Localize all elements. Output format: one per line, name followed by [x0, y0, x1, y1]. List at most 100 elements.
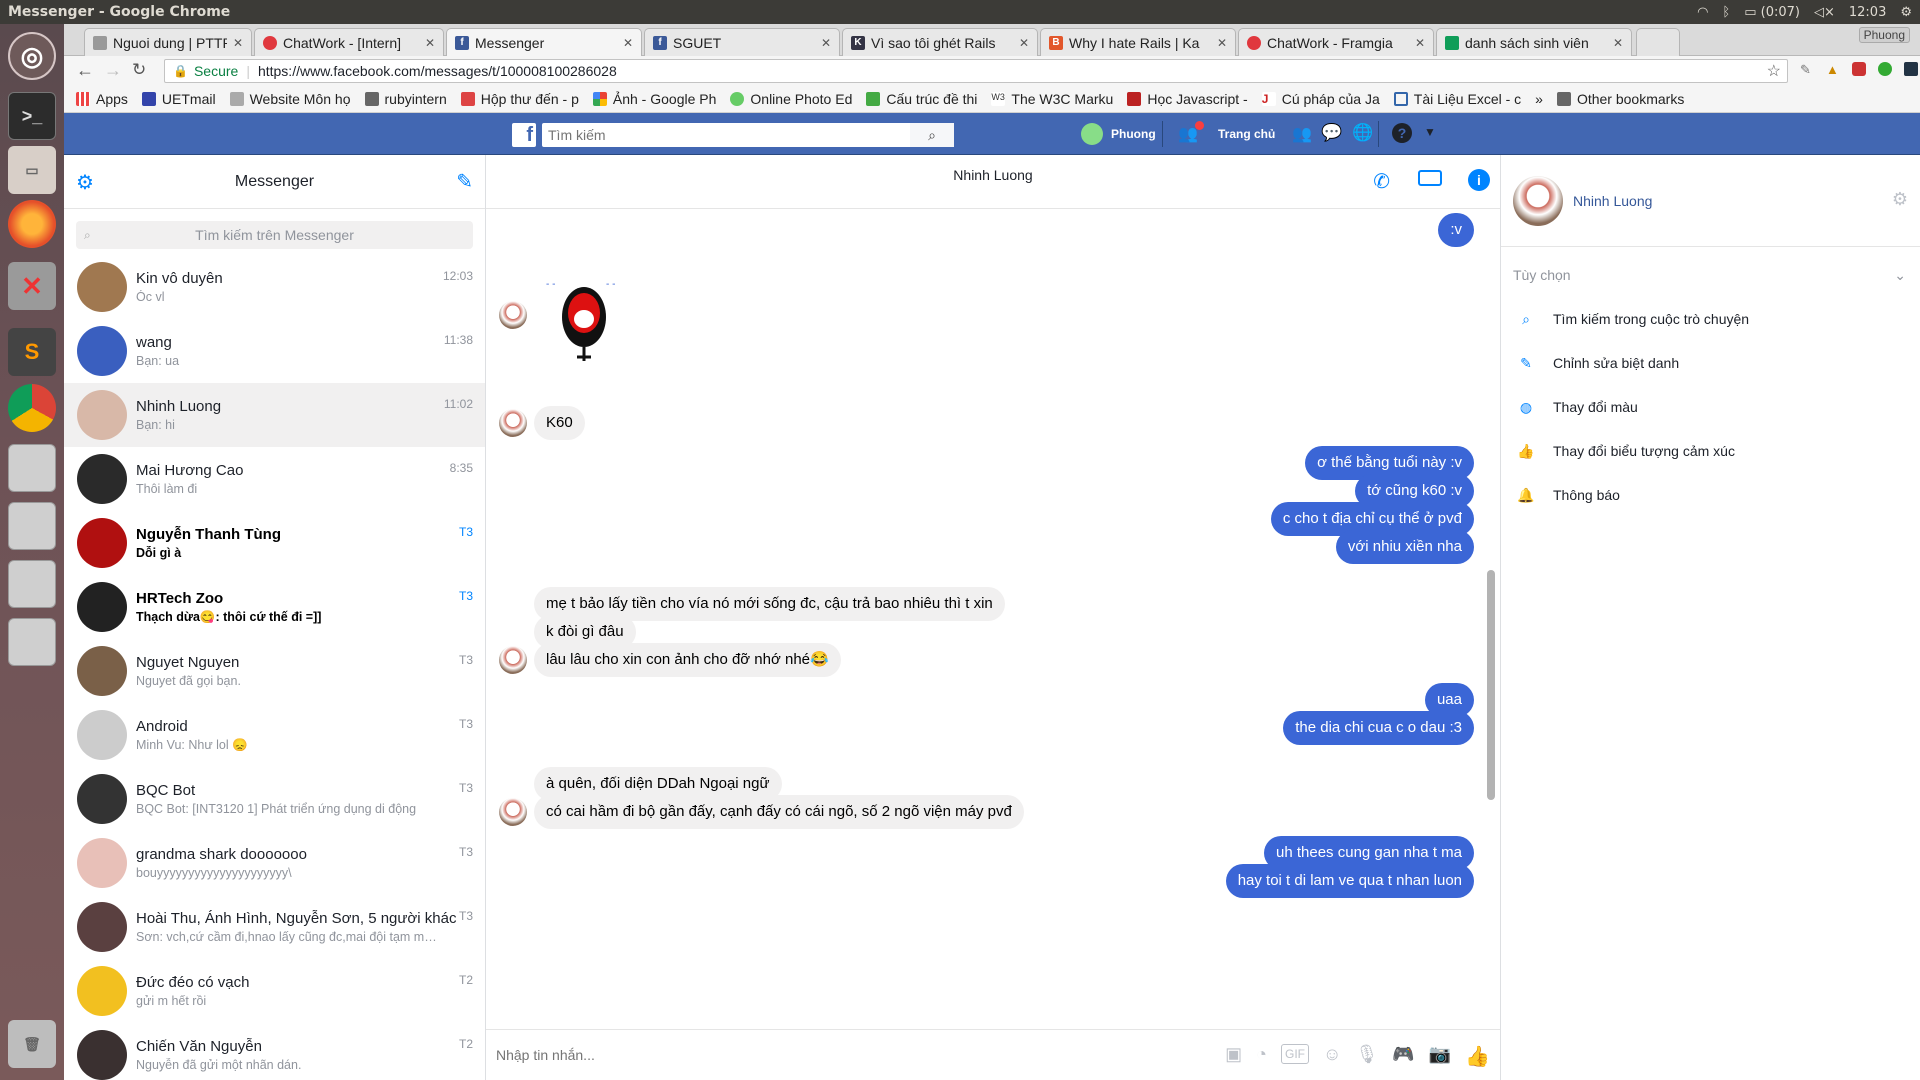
browser-tab-active[interactable]: f Messenger ✕: [446, 28, 642, 56]
messenger-icon[interactable]: 💬: [1321, 123, 1342, 143]
bookmark-item[interactable]: Online Photo Ed: [730, 91, 852, 107]
microphone-icon[interactable]: 🎙: [1355, 1044, 1378, 1069]
browser-tab[interactable]: f SGUET ✕: [644, 28, 840, 56]
bookmarks-overflow[interactable]: »: [1535, 91, 1543, 107]
battery-indicator[interactable]: ▭ (0:07): [1744, 5, 1800, 20]
emoji-icon[interactable]: ☺: [1323, 1044, 1341, 1069]
bookmark-item[interactable]: Hộp thư đến - p: [460, 91, 579, 107]
terminal-icon[interactable]: >_: [8, 92, 56, 140]
drive-icon[interactable]: [8, 502, 56, 550]
conversation-item[interactable]: Android Minh Vu: Như lol 😞 T3: [64, 703, 485, 767]
conversation-item[interactable]: Đức đéo có vạch gửi m hết rồi T2: [64, 959, 485, 1023]
browser-tab[interactable]: ChatWork - Framgia ✕: [1238, 28, 1434, 56]
sent-message[interactable]: the dia chi cua c o dau :3: [1283, 711, 1474, 745]
gear-icon[interactable]: ⚙: [1892, 189, 1908, 210]
browser-tab[interactable]: Nguoi dung | PTTP ✕: [84, 28, 252, 56]
settings-icon[interactable]: ✕: [8, 262, 56, 310]
conversation-item[interactable]: Kin vô duyên Óc vl 12:03: [64, 255, 485, 319]
extension-icon[interactable]: ▲: [1826, 62, 1839, 77]
video-call-icon[interactable]: [1418, 170, 1442, 186]
extension-icon[interactable]: [1852, 62, 1866, 76]
browser-tab[interactable]: ChatWork - [Intern] ✕: [254, 28, 444, 56]
forward-icon[interactable]: →: [104, 60, 122, 81]
bookmark-item[interactable]: J Cú pháp của Ja: [1261, 91, 1380, 107]
close-tab-icon[interactable]: ✕: [623, 36, 633, 50]
bookmark-item[interactable]: Tài Liệu Excel - c: [1393, 91, 1521, 107]
browser-tab[interactable]: danh sách sinh viên ✕: [1436, 28, 1632, 56]
contact-name[interactable]: Nhinh Luong: [1573, 193, 1652, 209]
conversation-item[interactable]: grandma shark dooooooo bouyyyyyyyyyyyyyyy…: [64, 831, 485, 895]
browser-tab[interactable]: B Why I hate Rails | Ka ✕: [1040, 28, 1236, 56]
volume-icon[interactable]: ◁×: [1814, 5, 1835, 20]
game-icon[interactable]: 🎮: [1392, 1044, 1414, 1069]
search-icon[interactable]: ⌕: [910, 123, 954, 147]
received-message[interactable]: có cai hầm đi bộ gần đấy, cạnh đấy có cá…: [534, 795, 1024, 829]
dash-icon[interactable]: ◎: [8, 32, 56, 80]
bookmark-item[interactable]: Ảnh - Google Ph: [592, 91, 716, 107]
friends-icon[interactable]: 👥: [1292, 124, 1312, 144]
chat-scrollbar[interactable]: [1487, 570, 1495, 800]
sublime-icon[interactable]: S: [8, 328, 56, 376]
drive-icon[interactable]: [8, 618, 56, 666]
option-item[interactable]: 👍 Thay đổi biểu tượng cảm xúc: [1501, 429, 1920, 473]
address-bar[interactable]: 🔒 Secure | https://www.facebook.com/mess…: [164, 59, 1788, 83]
conversation-item[interactable]: Hoài Thu, Ánh Hình, Nguyễn Sơn, 5 người …: [64, 895, 485, 959]
other-bookmarks[interactable]: Other bookmarks: [1556, 91, 1684, 107]
message-input[interactable]: [496, 1047, 1056, 1063]
conversation-item[interactable]: Nhinh Luong Bạn: hi 11:02: [64, 383, 485, 447]
close-tab-icon[interactable]: ✕: [821, 36, 831, 50]
sent-message[interactable]: với nhiu xiền nha: [1335, 530, 1474, 564]
close-tab-icon[interactable]: ✕: [1613, 36, 1623, 50]
home-link[interactable]: Trang chủ: [1218, 127, 1275, 141]
facebook-search[interactable]: ⌕: [542, 123, 954, 147]
sent-message[interactable]: :v: [1438, 213, 1474, 247]
bookmark-item[interactable]: Học Javascript -: [1127, 91, 1248, 107]
extension-icon[interactable]: [1878, 62, 1892, 76]
drive-icon[interactable]: [8, 560, 56, 608]
chevron-down-icon[interactable]: ▼: [1424, 125, 1436, 139]
bookmark-item[interactable]: UETmail: [141, 91, 216, 107]
chrome-icon[interactable]: [8, 384, 56, 432]
reload-icon[interactable]: ↻: [132, 60, 146, 80]
sticker-icon[interactable]: ◔: [1256, 1044, 1267, 1069]
bookmark-star-icon[interactable]: ☆: [1767, 61, 1781, 81]
photo-icon[interactable]: ▣: [1225, 1044, 1242, 1069]
sent-message[interactable]: hay toi t di lam ve qua t nhan luon: [1225, 864, 1474, 898]
eyedropper-icon[interactable]: ✎: [1800, 62, 1811, 78]
close-tab-icon[interactable]: ✕: [1217, 36, 1227, 50]
option-item[interactable]: ⌕ Tìm kiếm trong cuộc trò chuyện: [1501, 297, 1920, 341]
power-gear-icon[interactable]: ⚙: [1900, 5, 1912, 20]
option-item[interactable]: ◍ Thay đổi màu: [1501, 385, 1920, 429]
close-tab-icon[interactable]: ✕: [233, 36, 243, 50]
close-tab-icon[interactable]: ✕: [1415, 36, 1425, 50]
browser-tab[interactable]: K Vì sao tôi ghét Rails ✕: [842, 28, 1038, 56]
conversation-item[interactable]: Chiến Văn Nguyễn Nguyễn đã gửi một nhãn d…: [64, 1023, 485, 1080]
bookmark-apps[interactable]: Apps: [76, 91, 128, 107]
profile-chip[interactable]: Phuong: [1858, 27, 1910, 43]
camera-icon[interactable]: 📷: [1429, 1044, 1451, 1069]
messenger-search[interactable]: ⌕ Tìm kiếm trên Messenger: [76, 221, 473, 249]
help-icon[interactable]: ?: [1392, 123, 1412, 143]
new-message-icon[interactable]: ✎: [456, 169, 473, 194]
settings-gear-icon[interactable]: ⚙: [76, 170, 94, 195]
facebook-logo-icon[interactable]: f: [512, 123, 536, 147]
option-item[interactable]: 🔔 Thông báo: [1501, 473, 1920, 517]
conversation-item[interactable]: BQC Bot BQC Bot: [INT3120 1] Phát triển ứ…: [64, 767, 485, 831]
bookmark-item[interactable]: Cấu trúc đề thi: [866, 91, 977, 107]
option-item[interactable]: ✎ Chỉnh sửa biệt danh: [1501, 341, 1920, 385]
files-icon[interactable]: ▭: [8, 146, 56, 194]
conversation-item[interactable]: Nguyễn Thanh Tùng Dỗi gì à T3: [64, 511, 485, 575]
thumbs-up-icon[interactable]: 👍: [1465, 1044, 1490, 1069]
close-tab-icon[interactable]: ✕: [425, 36, 435, 50]
bookmark-folder[interactable]: rubyintern: [364, 91, 447, 107]
received-message[interactable]: lâu lâu cho xin con ảnh cho đỡ nhớ nhé😂: [534, 643, 841, 677]
bluetooth-icon[interactable]: ᛒ: [1722, 5, 1730, 20]
new-tab-button[interactable]: [1636, 28, 1680, 56]
conversation-item[interactable]: Nguyet Nguyen Nguyet đã gọi bạn. T3: [64, 639, 485, 703]
received-message[interactable]: K60: [534, 406, 585, 440]
close-tab-icon[interactable]: ✕: [1019, 36, 1029, 50]
wifi-icon[interactable]: ◠: [1697, 5, 1708, 20]
profile-link[interactable]: Phuong: [1081, 123, 1156, 145]
trash-icon[interactable]: 🗑: [8, 1020, 56, 1068]
phone-icon[interactable]: ✆: [1373, 169, 1390, 194]
